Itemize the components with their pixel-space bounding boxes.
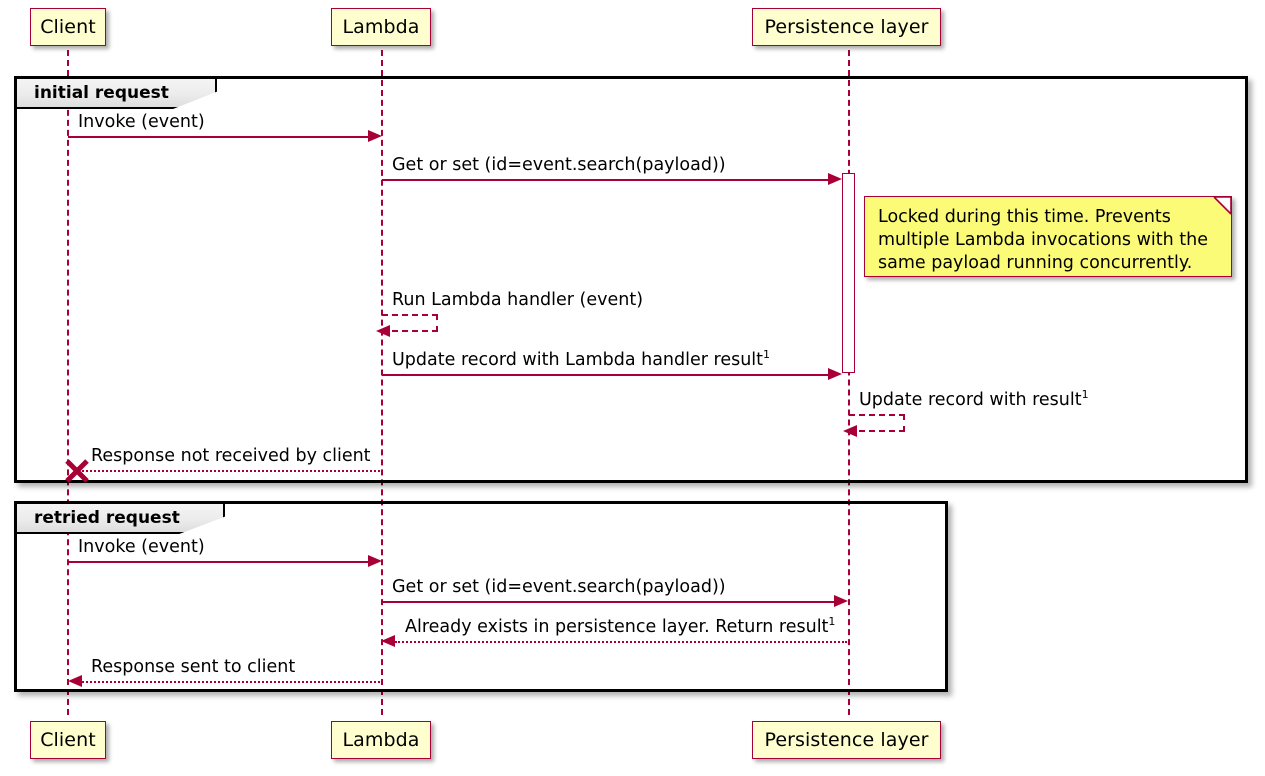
message-arrowhead-m10: [68, 675, 82, 687]
note-line-3: same payload running concurrently.: [878, 252, 1193, 273]
message-line-m7: [68, 561, 374, 563]
sequence-diagram-canvas: Client Lambda Persistence layer initial …: [0, 0, 1265, 776]
message-label-m1: Invoke (event): [78, 112, 205, 132]
participant-label: Persistence layer: [764, 15, 929, 38]
message-label-m10: Response sent to client: [91, 657, 296, 677]
message-line-m1: [68, 136, 374, 138]
message-selfcall-m3: [382, 314, 438, 332]
participant-lambda-bottom[interactable]: Lambda: [331, 721, 431, 759]
participant-label: Lambda: [342, 728, 420, 751]
note-line-1: Locked during this time. Prevents: [878, 207, 1171, 227]
activation-bar-persistence: [842, 173, 855, 373]
message-label-m7: Invoke (event): [78, 537, 205, 557]
group-label: initial request: [34, 83, 169, 103]
participant-label: Client: [40, 728, 96, 751]
note-locked-during-this-time: Locked during this time. Prevents multip…: [864, 196, 1232, 277]
note-fold-icon: [1214, 197, 1231, 214]
message-line-m2: [382, 179, 835, 181]
message-label-m4: Update record with Lambda handler result…: [392, 348, 771, 370]
message-arrowhead-m8: [834, 595, 848, 607]
note-line-2: multiple Lambda invocations with the: [878, 229, 1209, 250]
group-label: retried request: [34, 508, 180, 528]
message-line-m9: [395, 641, 847, 643]
message-label-m9: Already exists in persistence layer. Ret…: [405, 615, 836, 637]
message-line-m8: [382, 601, 841, 603]
message-arrowhead-m4: [828, 368, 842, 380]
message-label-m6: Response not received by client: [91, 446, 371, 466]
message-label-m5: Update record with result1: [859, 388, 1089, 410]
message-label-m3: Run Lambda handler (event): [392, 290, 644, 310]
participant-label: Persistence layer: [764, 728, 929, 751]
message-cross-marker-m6: [65, 459, 89, 483]
message-arrowhead-m1: [368, 130, 382, 142]
message-arrowhead-m7: [368, 555, 382, 567]
participant-label: Client: [40, 15, 96, 38]
participant-persistence-bottom[interactable]: Persistence layer: [752, 721, 941, 759]
message-arrowhead-m3: [376, 325, 390, 337]
message-label-m8: Get or set (id=event.search(payload)): [392, 577, 726, 597]
message-arrowhead-m5: [843, 425, 857, 437]
message-line-m4: [382, 374, 835, 376]
message-label-m2: Get or set (id=event.search(payload)): [392, 155, 726, 175]
participant-label: Lambda: [342, 15, 420, 38]
participant-client-top[interactable]: Client: [30, 8, 106, 46]
participant-client-bottom[interactable]: Client: [30, 721, 106, 759]
message-arrowhead-m2: [828, 173, 842, 185]
participant-lambda-top[interactable]: Lambda: [331, 8, 431, 46]
message-line-m6: [82, 470, 380, 472]
message-selfcall-m5: [849, 414, 905, 432]
message-line-m10: [82, 681, 380, 683]
message-arrowhead-m9: [381, 635, 395, 647]
participant-persistence-top[interactable]: Persistence layer: [752, 8, 941, 46]
